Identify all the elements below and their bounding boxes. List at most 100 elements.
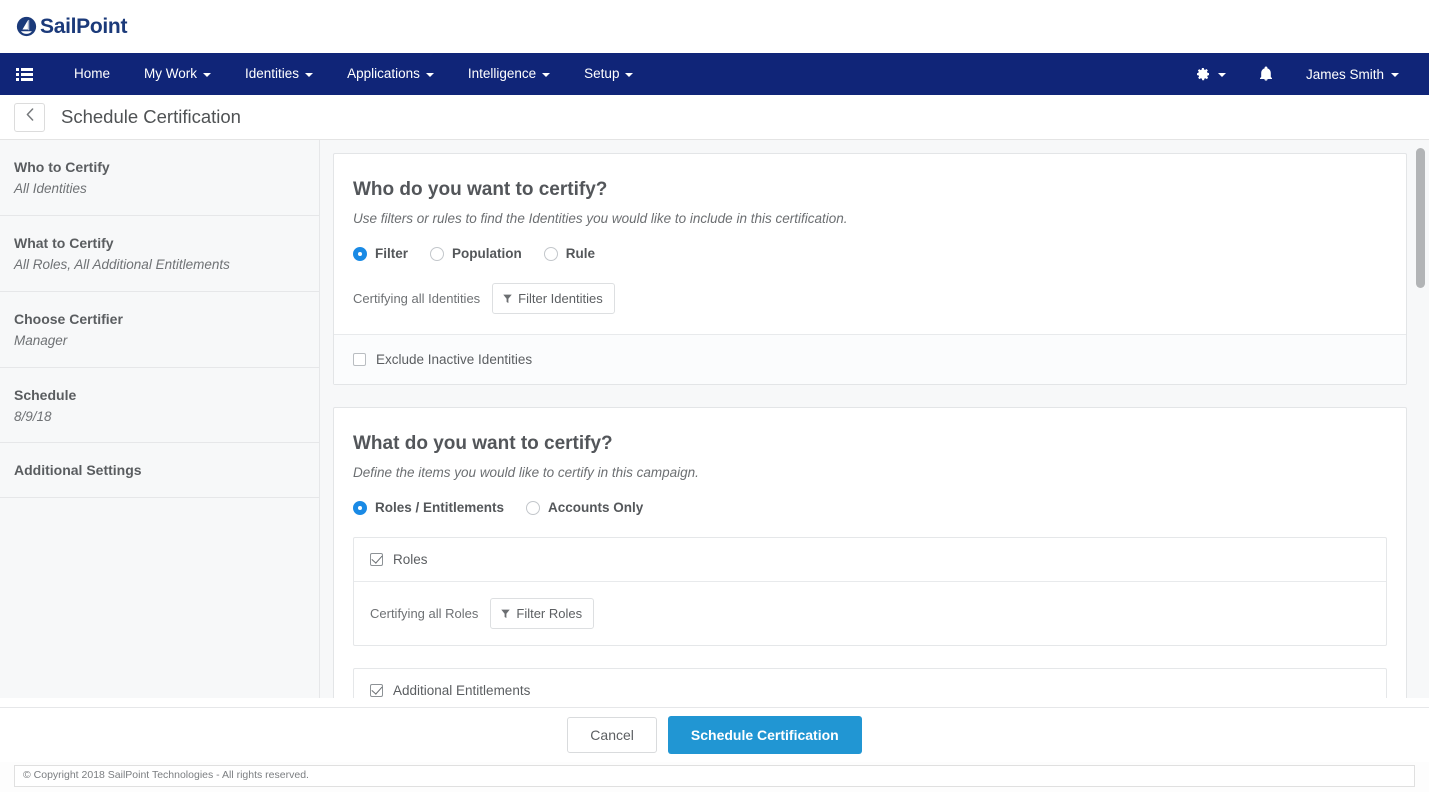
nav-item-intelligence[interactable]: Intelligence [451,53,567,95]
nav-item-label: My Work [144,66,198,81]
nav-item-home[interactable]: Home [57,53,127,95]
radio-option-filter[interactable]: Filter [353,246,408,261]
who-card-heading: Who do you want to certify? [353,179,608,200]
radio-indicator [353,246,367,261]
sidebar-item-choose-certifier[interactable]: Choose Certifier Manager [0,292,319,368]
sidebar-item-title: Who to Certify [14,159,110,175]
filter-roles-button[interactable]: Filter Roles [490,598,595,629]
radio-option-population[interactable]: Population [430,246,522,261]
what-to-certify-card: What do you want to certify? Define the … [333,407,1407,698]
nav-item-label: Setup [584,66,620,81]
filter-roles-label: Filter Roles [516,606,583,621]
sidebar-item-subtitle: All Identities [14,181,87,197]
checkbox-indicator [370,684,383,697]
roles-panel: Roles Certifying all Roles Filter Roles [353,537,1387,646]
sidebar-item-subtitle: Manager [14,333,68,349]
checkbox-indicator [353,353,366,366]
back-button[interactable] [14,102,45,132]
list-menu-icon[interactable] [13,63,35,85]
radio-indicator [430,246,445,261]
sidebar-item-title: What to Certify [14,234,114,251]
sailpoint-logo-icon [16,16,37,37]
exclude-inactive-identities-checkbox[interactable]: Exclude Inactive Identities [353,352,1387,367]
page-title-bar: Schedule Certification [0,95,1429,140]
radio-option-rule[interactable]: Rule [543,246,596,261]
sidebar-item-subtitle: 8/9/18 [14,408,52,424]
checkbox-indicator [370,553,383,566]
nav-item-label: Intelligence [467,66,537,81]
brand-name: SailPoint [40,15,128,38]
main-content: Who do you want to certify? Use filters … [320,140,1429,698]
schedule-certification-button[interactable]: Schedule Certification [667,716,862,754]
brand-bar: SailPoint [0,0,1429,53]
chevron-down-icon [305,73,314,77]
radio-indicator [543,246,558,261]
panel-spacer [353,646,1387,664]
main-navigation-bar: Home My Work Identities Applications Int… [0,53,1429,95]
filter-identities-button[interactable]: Filter Identities [492,283,615,314]
sidebar-item-what-to-certify[interactable]: What to Certify All Roles, All Additiona… [0,216,319,292]
filter-identities-row: Certifying all Identities Filter Identit… [353,283,1387,314]
nav-right-group: James Smith [1179,66,1415,82]
sidebar-item-title: Schedule [14,386,77,403]
certifying-all-identities-note: Certifying all Identities [353,291,481,306]
additional-entitlements-checkbox[interactable]: Additional Entitlements [370,683,1370,698]
chevron-down-icon [425,73,434,77]
bell-notification-icon [1258,66,1274,82]
wizard-sidebar: Who to Certify All Identities What to Ce… [0,140,320,698]
radio-label: Population [452,246,522,261]
nav-item-identities[interactable]: Identities [228,53,330,95]
radio-label: Roles / Entitlements [375,500,505,515]
chevron-down-icon [625,73,634,77]
what-radio-group: Roles / Entitlements Accounts Only [353,500,1387,515]
gear-icon [1195,66,1211,82]
filter-identities-label: Filter Identities [518,291,603,306]
cancel-button[interactable]: Cancel [567,717,657,753]
radio-indicator [526,500,541,515]
page-body: Who to Certify All Identities What to Ce… [0,140,1429,698]
sidebar-item-who-to-certify[interactable]: Who to Certify All Identities [0,140,319,216]
copyright-bar: © Copyright 2018 SailPoint Technologies … [0,762,1429,792]
sidebar-item-subtitle: All Roles, All Additional Entitlements [14,257,230,273]
radio-label: Filter [375,246,409,261]
additional-entitlements-panel-header: Additional Entitlements [354,669,1386,698]
radio-label: Rule [565,246,596,261]
user-menu[interactable]: James Smith [1290,67,1415,82]
certifying-all-roles-note: Certifying all Roles [370,606,479,621]
checkbox-label: Additional Entitlements [393,683,531,698]
exclude-inactive-section: Exclude Inactive Identities [334,334,1406,384]
nav-item-label: Home [74,66,111,81]
nav-item-my-work[interactable]: My Work [127,53,228,95]
nav-item-label: Identities [245,66,300,81]
radio-option-roles-entitlements[interactable]: Roles / Entitlements [353,500,504,515]
main-scrollbar-thumb[interactable] [1416,148,1425,288]
sidebar-item-schedule[interactable]: Schedule 8/9/18 [0,368,319,444]
what-card-heading: What do you want to certify? [353,433,613,454]
funnel-filter-icon [503,294,512,304]
sidebar-item-title: Choose Certifier [14,310,123,327]
radio-indicator [353,500,367,515]
settings-menu[interactable] [1179,66,1242,82]
radio-label: Accounts Only [548,500,644,515]
sailpoint-logo[interactable]: SailPoint [16,16,127,37]
nav-item-label: Applications [347,66,420,81]
sidebar-item-title: Additional Settings [14,462,142,479]
nav-item-applications[interactable]: Applications [330,53,451,95]
app-root: SailPoint Home My Work Identities Applic… [0,0,1429,792]
chevron-down-icon [1391,73,1399,77]
additional-entitlements-panel: Additional Entitlements [353,668,1387,698]
funnel-filter-icon [501,609,511,619]
page-title: Schedule Certification [61,106,241,127]
copyright-text: © Copyright 2018 SailPoint Technologies … [14,765,1415,787]
radio-option-accounts-only[interactable]: Accounts Only [526,500,643,515]
sidebar-item-additional-settings[interactable]: Additional Settings [0,443,319,498]
checkbox-label: Exclude Inactive Identities [376,352,533,367]
roles-filter-row: Certifying all Roles Filter Roles [354,582,1386,645]
nav-item-setup[interactable]: Setup [567,53,650,95]
roles-checkbox[interactable]: Roles [370,552,1370,567]
notifications-button[interactable] [1242,66,1290,82]
main-scrollbar-track[interactable] [1416,148,1425,688]
checkbox-label: Roles [393,552,428,567]
who-to-certify-card: Who do you want to certify? Use filters … [333,153,1407,385]
what-card-description: Define the items you would like to certi… [353,465,699,480]
